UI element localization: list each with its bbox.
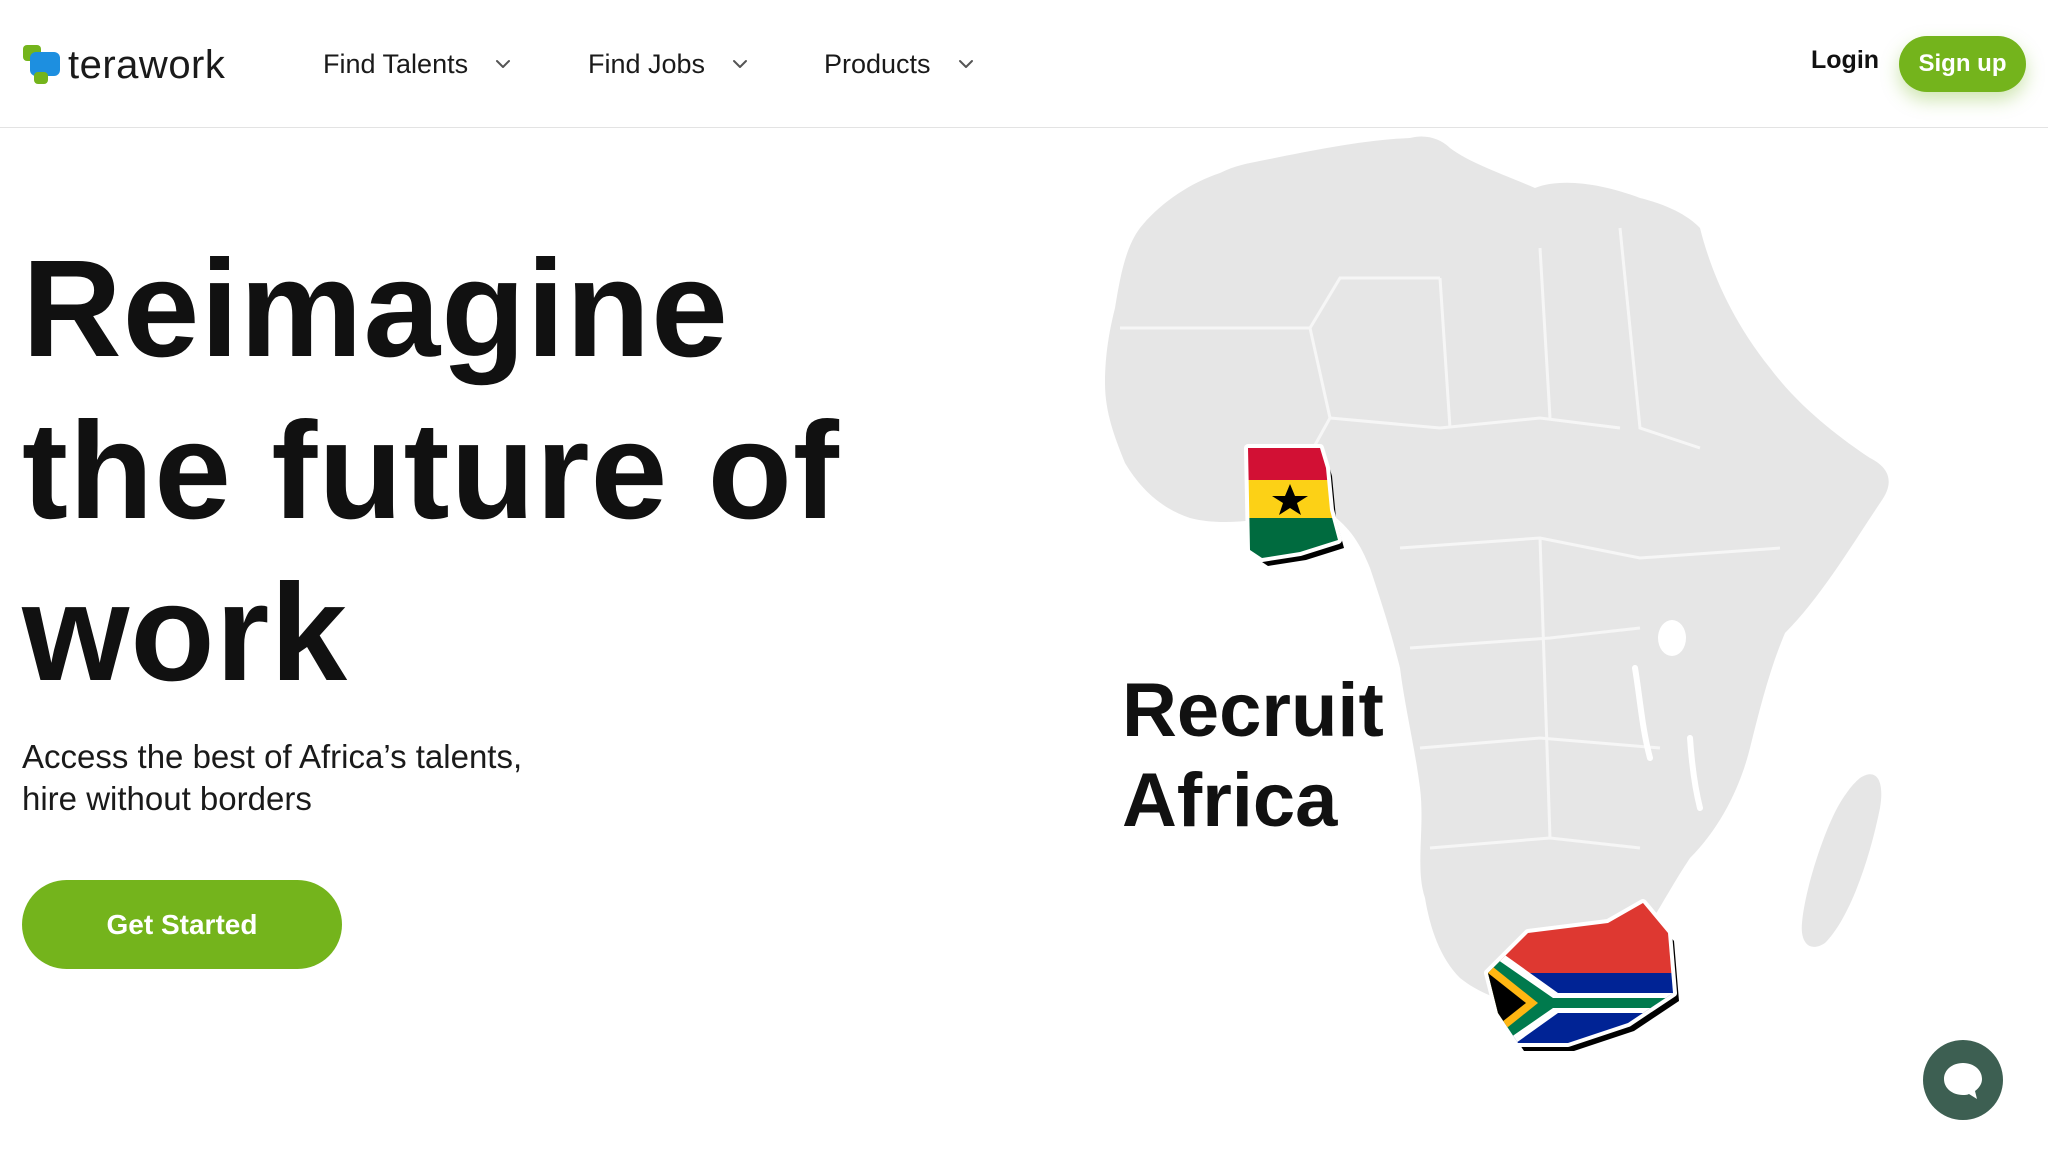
nav-find-jobs-label: Find Jobs: [588, 48, 706, 79]
terawork-logo[interactable]: terawork: [22, 40, 225, 90]
login-link[interactable]: Login: [1811, 46, 1879, 75]
hero-headline: Reimagine the future of work: [22, 228, 922, 714]
nav-find-talents[interactable]: Find Talents: [323, 44, 512, 84]
lake-victoria: [1658, 620, 1686, 656]
map-caption-line-2: Africa: [1122, 758, 1338, 843]
africa-map: [1105, 136, 1889, 1051]
headline-line-1: Reimagine: [22, 232, 729, 386]
map-caption: Recruit Africa: [1122, 666, 1442, 846]
subtitle-line-1: Access the best of Africa’s talents,: [22, 738, 523, 775]
chevron-down-icon: [496, 60, 511, 68]
chat-button[interactable]: [1923, 1040, 2003, 1120]
nav-products-label: Products: [824, 48, 931, 79]
chat-bubble-icon: [1944, 1063, 1982, 1099]
headline-line-2: the future of: [22, 394, 840, 548]
map-caption-line-1: Recruit: [1122, 668, 1384, 753]
chevron-down-icon: [958, 60, 973, 68]
top-navbar: terawork Find Talents Find Jobs Products…: [0, 0, 2048, 128]
subtitle-line-2: hire without borders: [22, 780, 312, 817]
headline-line-3: work: [22, 556, 349, 710]
chevron-down-icon: [733, 60, 748, 68]
madagascar-shape: [1801, 774, 1882, 947]
africa-continent-shape: [1105, 136, 1889, 1009]
signup-button[interactable]: Sign up: [1899, 36, 2026, 92]
nav-find-jobs[interactable]: Find Jobs: [588, 44, 749, 84]
hero-subtitle: Access the best of Africa’s talents, hir…: [22, 736, 662, 820]
page: terawork Find Talents Find Jobs Products…: [0, 0, 2048, 1152]
get-started-button[interactable]: Get Started: [22, 880, 342, 969]
nav-products[interactable]: Products: [824, 44, 975, 84]
terawork-logo-icon: [23, 45, 60, 84]
nav-find-talents-label: Find Talents: [323, 48, 469, 79]
logo-text: terawork: [68, 42, 226, 87]
